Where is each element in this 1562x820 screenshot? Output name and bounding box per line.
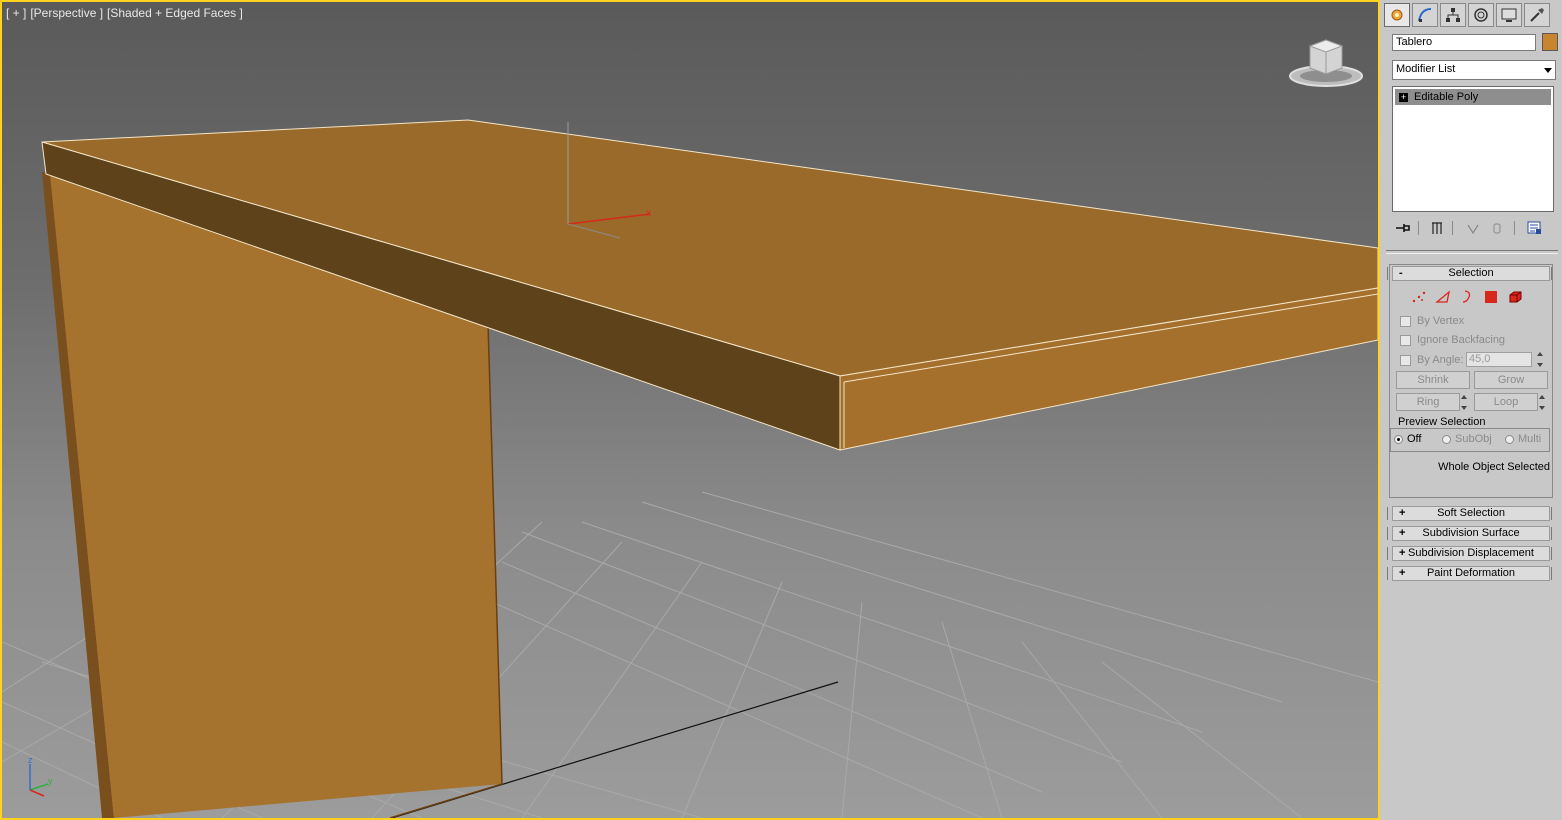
- selection-title: Selection: [1448, 267, 1494, 279]
- shrink-button[interactable]: Shrink: [1396, 371, 1470, 389]
- world-axis-tripod: z y: [28, 755, 53, 797]
- polygon-icon: [1485, 291, 1497, 303]
- hierarchy-icon: [1446, 8, 1460, 22]
- ring-button[interactable]: Ring: [1396, 393, 1460, 411]
- element-mode-button[interactable]: [1506, 288, 1524, 306]
- motion-icon: [1474, 8, 1488, 22]
- loop-button[interactable]: Loop: [1474, 393, 1538, 411]
- grow-button[interactable]: Grow: [1474, 371, 1548, 389]
- stack-item-editable-poly[interactable]: + Editable Poly: [1395, 89, 1551, 105]
- pin-stack-icon: [1396, 224, 1410, 232]
- angle-input[interactable]: 45,0: [1466, 352, 1532, 367]
- selection-toggle: -: [1399, 267, 1403, 279]
- edge-mode-button[interactable]: [1434, 288, 1452, 306]
- preview-subobj-label: SubObj: [1455, 433, 1492, 445]
- modify-icon: [1418, 8, 1432, 22]
- command-panel-tabs: [1384, 3, 1550, 27]
- border-mode-button[interactable]: [1458, 288, 1476, 306]
- paint-deformation-title: Paint Deformation: [1426, 567, 1516, 579]
- selection-rollout-header[interactable]: - Selection: [1387, 266, 1552, 281]
- hierarchy-tab[interactable]: [1440, 3, 1466, 27]
- subdivision-surface-toggle: +: [1399, 527, 1406, 539]
- subdivision-displacement-rollout-header[interactable]: + Subdivision Displacement: [1387, 546, 1552, 561]
- make-unique-button[interactable]: [1464, 219, 1482, 237]
- create-icon: [1391, 9, 1403, 21]
- remove-modifier-icon: [1493, 223, 1501, 234]
- display-tab[interactable]: [1496, 3, 1522, 27]
- viewport-shading-label[interactable]: [Shaded + Edged Faces ]: [107, 6, 243, 20]
- subdivision-surface-rollout-header[interactable]: + Subdivision Surface: [1387, 526, 1552, 541]
- show-end-result-button[interactable]: [1428, 219, 1446, 237]
- chevron-down-icon: [1544, 68, 1552, 73]
- loop-spinner[interactable]: [1538, 395, 1546, 410]
- border-icon: [1462, 290, 1471, 303]
- subdivision-surface-title: Subdivision Surface: [1422, 527, 1520, 539]
- preview-selection-title: Preview Selection: [1396, 416, 1488, 428]
- scene-canvas[interactable]: x: [2, 2, 1378, 818]
- preview-multi-radio[interactable]: Multi: [1505, 433, 1541, 445]
- utilities-tab[interactable]: [1524, 3, 1550, 27]
- ring-spinner[interactable]: [1460, 395, 1468, 410]
- utilities-icon: [1530, 8, 1544, 22]
- stack-item-label: Editable Poly: [1414, 91, 1479, 103]
- soft-selection-rollout-header[interactable]: + Soft Selection: [1387, 506, 1552, 521]
- preview-off-radio[interactable]: Off: [1394, 433, 1421, 445]
- by-vertex-label: By Vertex: [1417, 315, 1465, 327]
- modifier-list-label: Modifier List: [1396, 63, 1456, 75]
- subobject-mode-toolbar: [1410, 288, 1530, 306]
- tripod-z-label: z: [28, 755, 33, 765]
- preview-multi-label: Multi: [1518, 433, 1542, 445]
- by-vertex-checkbox[interactable]: By Vertex: [1400, 315, 1464, 327]
- edge-icon: [1435, 290, 1450, 303]
- object-name-field[interactable]: Tablero: [1392, 34, 1536, 51]
- command-panel: Tablero Modifier List + Editable Poly - …: [1380, 0, 1562, 820]
- subdivision-displacement-title: Subdivision Displacement: [1408, 547, 1534, 559]
- modifier-list-dropdown[interactable]: Modifier List: [1392, 60, 1556, 80]
- remove-modifier-button[interactable]: [1488, 219, 1506, 237]
- by-angle-label: By Angle:: [1417, 354, 1464, 366]
- vertex-mode-button[interactable]: [1410, 288, 1428, 306]
- configure-modifier-sets-button[interactable]: [1526, 219, 1544, 237]
- modifier-stack[interactable]: + Editable Poly: [1392, 86, 1554, 212]
- display-icon: [1501, 8, 1517, 22]
- ignore-backfacing-checkbox[interactable]: Ignore Backfacing: [1400, 334, 1505, 346]
- subdivision-displacement-toggle: +: [1399, 547, 1406, 559]
- configure-modifier-sets-icon: [1527, 221, 1541, 234]
- element-icon: [1509, 291, 1522, 303]
- pin-stack-button[interactable]: [1394, 219, 1412, 237]
- tripod-y-label: y: [48, 776, 53, 786]
- perspective-viewport[interactable]: x [ + ] [Perspective ] [Shaded + Edged Fac…: [0, 0, 1380, 820]
- polygon-mode-button[interactable]: [1482, 288, 1500, 306]
- viewport-pov-label[interactable]: [Perspective ]: [30, 6, 103, 20]
- paint-deformation-toggle: +: [1399, 567, 1406, 579]
- viewcube[interactable]: [1284, 36, 1368, 92]
- make-unique-icon: [1467, 224, 1479, 235]
- ignore-backfacing-label: Ignore Backfacing: [1417, 334, 1506, 346]
- selection-status: Whole Object Selected: [1438, 461, 1550, 473]
- preview-subobj-radio[interactable]: SubObj: [1442, 433, 1492, 445]
- object-color-swatch[interactable]: [1542, 33, 1558, 51]
- motion-tab[interactable]: [1468, 3, 1494, 27]
- soft-selection-toggle: +: [1399, 507, 1406, 519]
- show-end-result-icon: [1432, 222, 1442, 234]
- viewport-label[interactable]: [ + ] [Perspective ] [Shaded + Edged Faces…: [6, 6, 247, 20]
- panel-divider: [1386, 250, 1558, 254]
- angle-spinner[interactable]: [1536, 352, 1544, 367]
- viewport-menu-plus[interactable]: [ + ]: [6, 6, 26, 20]
- create-tab[interactable]: [1384, 3, 1410, 27]
- gizmo-axis-y-label: x: [646, 208, 651, 219]
- paint-deformation-rollout-header[interactable]: + Paint Deformation: [1387, 566, 1552, 581]
- modify-tab[interactable]: [1412, 3, 1438, 27]
- stack-toolbar: [1394, 219, 1556, 237]
- expand-plus-icon[interactable]: +: [1399, 92, 1408, 102]
- soft-selection-title: Soft Selection: [1437, 507, 1505, 519]
- vertex-icon: [1412, 291, 1426, 303]
- by-angle-checkbox[interactable]: By Angle:: [1400, 354, 1463, 366]
- preview-off-label: Off: [1407, 433, 1422, 445]
